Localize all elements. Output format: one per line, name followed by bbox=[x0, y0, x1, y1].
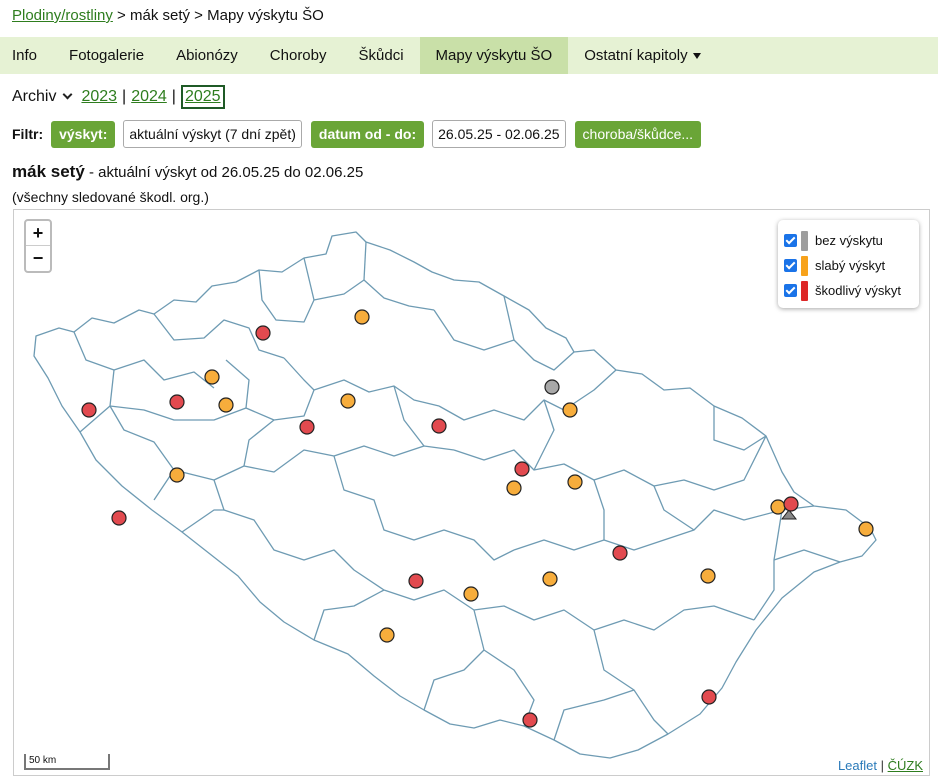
occurrence-marker-weak[interactable] bbox=[340, 393, 356, 409]
year-separator: | bbox=[171, 87, 176, 105]
breadcrumb-crop: mák setý bbox=[130, 7, 191, 24]
legend-label: bez výskytu bbox=[815, 233, 883, 248]
year-separator: | bbox=[122, 87, 127, 105]
occurrence-marker-weak[interactable] bbox=[858, 521, 874, 537]
breadcrumb: Plodiny/rostliny > mák setý > Mapy výsky… bbox=[12, 7, 324, 24]
tab-info[interactable]: Info bbox=[0, 37, 53, 74]
filter-bar: Filtr: výskyt: aktuální výskyt (7 dní zp… bbox=[12, 120, 709, 148]
occurrence-marker-harmful[interactable] bbox=[431, 418, 447, 434]
zoom-in-button[interactable]: + bbox=[26, 221, 50, 246]
occurrence-marker-weak[interactable] bbox=[700, 568, 716, 584]
title-rest: - aktuální výskyt od 26.05.25 do 02.06.2… bbox=[84, 164, 364, 181]
tab-label: Mapy výskytu ŠO bbox=[435, 47, 553, 64]
occurrence-marker-harmful[interactable] bbox=[299, 419, 315, 435]
caret-down-icon bbox=[692, 52, 701, 59]
tab-mapy-vyskytu[interactable]: Mapy výskytu ŠO bbox=[419, 37, 569, 74]
occurrence-marker-harmful[interactable] bbox=[408, 573, 424, 589]
legend-swatch bbox=[801, 230, 808, 251]
occurrence-marker-none[interactable] bbox=[544, 379, 560, 395]
occurrence-marker-harmful[interactable] bbox=[111, 510, 127, 526]
occurrence-marker-weak[interactable] bbox=[506, 480, 522, 496]
filter-label: Filtr: bbox=[12, 126, 44, 142]
legend-item-weak: slabý výskyt bbox=[784, 253, 913, 278]
archive-bar: Archiv 2023 | 2024 | 2025 bbox=[12, 83, 225, 110]
tab-abionozy[interactable]: Abionózy bbox=[160, 37, 254, 74]
year-link-2025[interactable]: 2025 bbox=[180, 84, 225, 109]
occurrence-map[interactable]: + − bez výskytu slabý výskyt škodlivý vý… bbox=[13, 209, 930, 776]
tab-label: Abionózy bbox=[176, 47, 238, 64]
tab-label: Škůdci bbox=[358, 47, 404, 64]
occurrence-button[interactable]: výskyt: bbox=[51, 120, 116, 148]
legend-label: slabý výskyt bbox=[815, 258, 886, 273]
occurrence-marker-harmful[interactable] bbox=[255, 325, 271, 341]
legend-label: škodlivý výskyt bbox=[815, 283, 901, 298]
occurrence-marker-weak[interactable] bbox=[463, 586, 479, 602]
legend-item-none: bez výskytu bbox=[784, 228, 913, 253]
date-range-button[interactable]: datum od - do: bbox=[310, 120, 425, 148]
tab-fotogalerie[interactable]: Fotogalerie bbox=[53, 37, 160, 74]
map-legend: bez výskytu slabý výskyt škodlivý výskyt bbox=[778, 220, 919, 308]
tab-label: Fotogalerie bbox=[69, 47, 145, 64]
legend-swatch bbox=[801, 280, 808, 301]
occurrence-marker-weak[interactable] bbox=[354, 309, 370, 325]
occurrence-marker-weak[interactable] bbox=[567, 474, 583, 490]
occurrence-marker-weak[interactable] bbox=[204, 369, 220, 385]
leaflet-link[interactable]: Leaflet bbox=[838, 758, 877, 773]
legend-item-harmful: škodlivý výskyt bbox=[784, 278, 913, 303]
legend-checkbox[interactable] bbox=[784, 259, 797, 272]
occurrence-marker-weak[interactable] bbox=[770, 499, 786, 515]
tab-choroby[interactable]: Choroby bbox=[254, 37, 343, 74]
scale-bar: 50 km bbox=[24, 754, 110, 770]
occurrence-marker-harmful[interactable] bbox=[783, 496, 799, 512]
date-range-field[interactable]: 26.05.25 - 02.06.25 bbox=[432, 120, 566, 148]
breadcrumb-current: Mapy výskytu ŠO bbox=[207, 7, 324, 24]
year-link-2023[interactable]: 2023 bbox=[81, 88, 117, 106]
occurrence-marker-harmful[interactable] bbox=[612, 545, 628, 561]
breadcrumb-separator: > bbox=[190, 7, 208, 24]
occurrence-marker-harmful[interactable] bbox=[522, 712, 538, 728]
zoom-control: + − bbox=[24, 219, 52, 273]
occurrence-marker-weak[interactable] bbox=[218, 397, 234, 413]
page-title: mák setý - aktuální výskyt od 26.05.25 d… bbox=[12, 162, 363, 182]
tab-label: Ostatní kapitoly bbox=[584, 47, 688, 64]
year-link-2024[interactable]: 2024 bbox=[131, 88, 167, 106]
cuzk-link[interactable]: ČÚZK bbox=[888, 758, 923, 773]
tab-label: Info bbox=[12, 47, 38, 64]
legend-checkbox[interactable] bbox=[784, 284, 797, 297]
occurrence-marker-harmful[interactable] bbox=[169, 394, 185, 410]
map-attribution: Leaflet | ČÚZK bbox=[838, 758, 923, 773]
occurrence-marker-harmful[interactable] bbox=[514, 461, 530, 477]
occurrence-marker-harmful[interactable] bbox=[701, 689, 717, 705]
chevron-down-icon bbox=[63, 89, 73, 100]
legend-swatch bbox=[801, 255, 808, 276]
breadcrumb-separator: > bbox=[112, 7, 130, 24]
legend-checkbox[interactable] bbox=[784, 234, 797, 247]
tab-label: Choroby bbox=[269, 47, 327, 64]
occurrence-marker-harmful[interactable] bbox=[81, 402, 97, 418]
occurrence-marker-weak[interactable] bbox=[379, 627, 395, 643]
zoom-out-button[interactable]: − bbox=[26, 246, 50, 271]
archive-select[interactable]: Archiv bbox=[12, 87, 73, 106]
chapter-tabs: Info Fotogalerie Abionózy Choroby Škůdci… bbox=[0, 37, 938, 74]
disease-pest-button[interactable]: choroba/škůdce... bbox=[574, 120, 702, 148]
tab-ostatni-kapitoly[interactable]: Ostatní kapitoly bbox=[568, 37, 716, 74]
attrib-separator: | bbox=[877, 758, 888, 773]
archive-select-label: Archiv bbox=[12, 87, 57, 105]
tab-skudci[interactable]: Škůdci bbox=[343, 37, 420, 74]
title-crop: mák setý bbox=[12, 162, 85, 181]
page-subtitle: (všechny sledované škodl. org.) bbox=[12, 189, 209, 205]
occurrence-marker-weak[interactable] bbox=[562, 402, 578, 418]
occurrence-field[interactable]: aktuální výskyt (7 dní zpět) bbox=[123, 120, 302, 148]
breadcrumb-root-link[interactable]: Plodiny/rostliny bbox=[12, 7, 113, 24]
occurrence-marker-weak[interactable] bbox=[169, 467, 185, 483]
occurrence-marker-weak[interactable] bbox=[542, 571, 558, 587]
